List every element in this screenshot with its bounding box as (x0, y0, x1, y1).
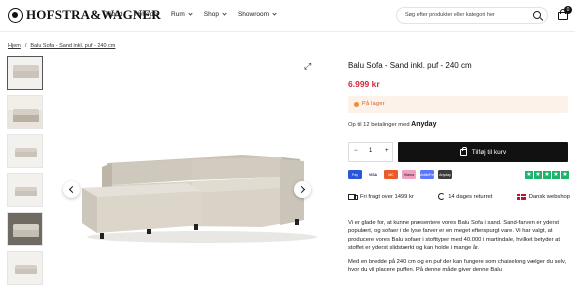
benefit-label: 14 dages returret (448, 193, 493, 200)
product-title: Balu Sofa - Sand inkl. puf - 240 cm (348, 61, 472, 70)
nav-item-tilbud[interactable]: Tilbud (105, 11, 122, 18)
prev-image-button[interactable] (63, 181, 80, 198)
installment-info: Op til 12 betalinger med Anyday (348, 121, 436, 128)
applepay-icon: Pay (348, 170, 362, 179)
search-icon[interactable] (533, 11, 541, 19)
nav-label: Tilbud (105, 11, 123, 18)
stock-status-text: På lager (362, 101, 385, 107)
thumbnail-sofa-image (15, 187, 37, 196)
benefit-label: Dansk webshop (528, 193, 570, 200)
thumbnail-gallery (7, 56, 44, 290)
chevron-down-icon (188, 11, 193, 16)
thumbnail-1[interactable] (7, 56, 43, 90)
nav-item-showroom[interactable]: Showroom (237, 11, 277, 18)
thumbnail-sofa-image (15, 265, 37, 274)
nav-label: Nyheder (134, 11, 160, 18)
quantity-value[interactable]: 1 (369, 148, 372, 154)
thumbnail-4[interactable] (7, 173, 43, 207)
next-image-button[interactable] (294, 181, 311, 198)
nav-item-shop[interactable]: Shop (203, 11, 227, 18)
stock-status-badge: På lager (348, 96, 568, 113)
description-paragraph: Med en bredde på 240 cm og en puf der ka… (348, 258, 567, 274)
chevron-down-icon (222, 11, 227, 16)
chevron-down-icon (272, 11, 277, 16)
logo-mark-icon (8, 7, 23, 23)
product-main-image (82, 155, 317, 243)
quantity-stepper: − 1 + (348, 142, 393, 162)
breadcrumb-home[interactable]: Hjem (8, 43, 21, 49)
nav-item-nyheder[interactable]: Nyheder (134, 11, 159, 18)
add-to-cart-label: Tilføj til kurv (471, 148, 507, 156)
main-nav: Tilbud Nyheder Rum Shop Showroom (105, 11, 277, 18)
thumbnail-sofa-image (13, 65, 39, 78)
quantity-increase-button[interactable]: + (385, 148, 389, 154)
nav-item-rum[interactable]: Rum (171, 11, 193, 18)
payment-methods: Pay VISA MC Klarna MobilePay Anyday (348, 170, 452, 179)
stock-dot-icon (354, 102, 359, 107)
rating-stars: ★ ★ ★ ★ ★ (525, 171, 569, 179)
benefits-row: Fri fragt over 1499 kr 14 dages returret… (348, 193, 570, 200)
thumbnail-6[interactable] (7, 251, 43, 285)
breadcrumb-current[interactable]: Balu Sofa - Sand inkl. puf - 240 cm (30, 43, 115, 49)
search-bar (396, 7, 548, 24)
benefit-danish: Dansk webshop (516, 193, 570, 200)
thumbnail-5[interactable] (7, 212, 43, 246)
search-input[interactable] (405, 12, 520, 18)
mastercard-icon: MC (384, 170, 398, 179)
mobilepay-icon: MobilePay (420, 170, 434, 179)
star-icon: ★ (534, 171, 542, 179)
anyday-logo: Anyday (411, 121, 437, 128)
description-paragraph: Vi er glade for, at kunne præsentere vor… (348, 220, 561, 252)
star-icon: ★ (552, 171, 560, 179)
klarna-icon: Klarna (402, 170, 416, 179)
benefit-shipping: Fri fragt over 1499 kr (348, 193, 414, 200)
product-description: Vi er glade for, at kunne præsentere vor… (348, 219, 570, 279)
quantity-decrease-button[interactable]: − (354, 148, 358, 154)
nav-label: Showroom (237, 11, 270, 18)
thumbnail-2[interactable] (7, 95, 43, 129)
benefit-label: Fri fragt over 1499 kr (360, 193, 414, 200)
star-icon: ★ (543, 171, 551, 179)
visa-icon: VISA (366, 170, 380, 179)
bag-icon (459, 146, 467, 156)
nav-label: Shop (203, 11, 219, 18)
add-to-cart-button[interactable]: Tilføj til kurv (398, 142, 568, 162)
truck-icon (348, 193, 358, 200)
cart-count-badge: 0 (564, 6, 572, 14)
breadcrumb: Hjem / Balu Sofa - Sand inkl. puf - 240 … (8, 43, 115, 49)
anyday-icon: Anyday (438, 170, 452, 179)
installment-text: Op til 12 betalinger med (348, 122, 410, 128)
thumbnail-sofa-image (13, 109, 39, 122)
breadcrumb-separator: / (24, 43, 27, 49)
star-icon: ★ (525, 171, 533, 179)
benefit-returns: 14 dages returret (438, 193, 492, 200)
flag-icon (516, 193, 526, 200)
thumbnail-sofa-image (15, 148, 37, 157)
thumbnail-sofa-image (13, 224, 39, 237)
return-icon (438, 193, 446, 200)
cart-button[interactable]: 0 (558, 6, 572, 20)
product-price: 6.999 kr (348, 79, 380, 89)
site-header: HOFSTRA&WAGNER Tilbud Nyheder Rum Shop S… (0, 0, 575, 32)
nav-label: Rum (171, 11, 185, 18)
expand-icon[interactable] (304, 62, 312, 72)
star-icon: ★ (561, 171, 569, 179)
thumbnail-3[interactable] (7, 134, 43, 168)
